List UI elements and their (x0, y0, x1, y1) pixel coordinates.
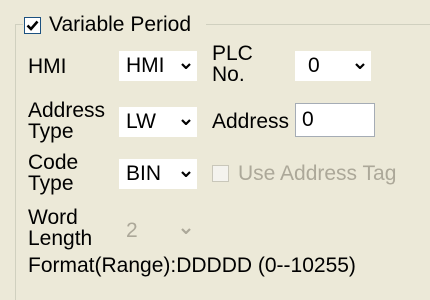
hmi-label: HMI (28, 55, 67, 78)
address-label: Address (212, 110, 290, 133)
address-type-select-value: LW (126, 110, 156, 133)
word-length-select: 2 (119, 216, 197, 246)
address-type-select[interactable]: LW (119, 107, 197, 137)
plc-no-select[interactable]: 0 (295, 51, 371, 81)
word-length-label-line2: Length (28, 227, 93, 250)
hmi-select-value: HMI (126, 54, 165, 77)
chevron-down-icon[interactable] (175, 51, 197, 81)
code-type-label-line1: Code (28, 151, 79, 174)
variable-period-label: Variable Period (49, 13, 192, 36)
plc-no-label-line1: PLC (212, 42, 253, 65)
address-type-label-line1: Address (28, 99, 106, 122)
chevron-down-icon[interactable] (175, 159, 197, 189)
hmi-select[interactable]: HMI (119, 51, 197, 81)
code-type-select[interactable]: BIN (119, 159, 197, 189)
use-address-tag-label: Use Address Tag (238, 162, 397, 185)
address-input[interactable]: 0 (295, 103, 375, 137)
group-frame-top-left (15, 24, 23, 25)
plc-no-select-value: 0 (308, 54, 320, 77)
address-input-value: 0 (302, 108, 314, 131)
variable-period-checkbox[interactable] (24, 16, 41, 34)
plc-no-label-line2: No. (212, 63, 245, 86)
address-type-label-line2: Type (28, 120, 74, 143)
group-frame-left (15, 24, 16, 300)
code-type-select-value: BIN (126, 162, 162, 185)
use-address-tag-checkbox (212, 165, 229, 182)
format-range-text: Format(Range):DDDDD (0--10255) (28, 254, 356, 277)
check-icon (26, 20, 39, 31)
chevron-down-icon (175, 216, 197, 246)
word-length-select-value: 2 (126, 219, 138, 242)
chevron-down-icon[interactable] (175, 107, 197, 137)
variable-period-toggle[interactable]: Variable Period (24, 12, 198, 38)
word-length-label-line1: Word (28, 206, 78, 229)
chevron-down-icon[interactable] (349, 51, 371, 81)
group-frame-top (206, 24, 430, 25)
code-type-label-line2: Type (28, 172, 74, 195)
